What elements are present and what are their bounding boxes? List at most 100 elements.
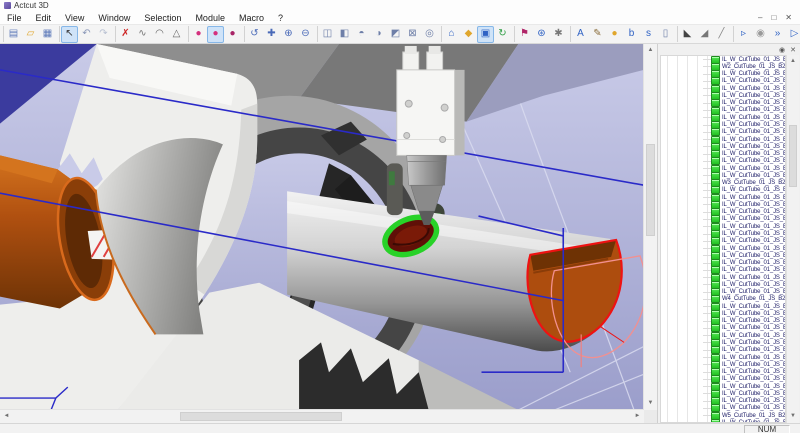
scroll-up-icon[interactable]: ▲ [787,55,799,68]
tree-item[interactable]: IL_W_CutTube_01_JS_B14 [661,274,785,281]
tree-item[interactable]: IL_W_CutTube_01_JS_B6 [661,216,785,223]
tree-item[interactable]: IL_W_CutTube_01_JS_B28 [661,383,785,390]
scroll-left-icon[interactable]: ◄ [0,410,13,423]
tree-item[interactable]: IL_W_CutTube_01_JS_B22 [661,339,785,346]
tree-item[interactable]: IL_W_CutTube_01_JS_B56 [661,136,785,143]
menu-selection[interactable]: Selection [137,13,188,23]
tree-item[interactable]: IL_W_CutTube_01_JS_B53 [661,114,785,121]
render-wireframe-icon[interactable]: ● [224,26,241,43]
tree-item[interactable]: IL_W_CutTube_01_JS_B31 [661,405,785,412]
tree-item[interactable]: IL_W_CutTube_01_JS_B60 [661,165,785,172]
tree-item[interactable]: IL_W_CutTube_01_JS_B2 [661,187,785,194]
scroll-down-icon[interactable]: ▼ [787,410,799,423]
sim-fast-forward-icon[interactable]: » [769,26,786,43]
tree-item[interactable]: W4_CutTube_01_JS_B2 [661,296,785,303]
scroll-right-icon[interactable]: ► [631,410,644,423]
tree-item[interactable]: IL_W_CutTube_01_JS_B25 [661,361,785,368]
scroll-thumb[interactable] [789,125,797,187]
tree-item[interactable]: IL_W_CutTube_01_JS_B18 [661,310,785,317]
panel-close-icon[interactable]: ✕ [790,46,796,54]
annotate-pencil-icon[interactable]: ✎ [589,26,606,43]
scroll-thumb[interactable] [180,412,342,421]
fit-view-icon[interactable]: ⊠ [404,26,421,43]
tree-item[interactable]: W5_CutTube_01_JS_B2 [661,412,785,419]
sim-play-icon[interactable]: ▷ [786,26,800,43]
scroll-thumb[interactable] [646,144,655,236]
undo-icon[interactable]: ↶ [78,26,95,43]
material-icon[interactable]: ◆ [460,26,477,43]
tree-item[interactable]: IL_W_CutTube_01_JS_B4 [661,201,785,208]
note-s-icon[interactable]: s [640,26,657,43]
menu-macro[interactable]: Macro [232,13,271,23]
tree-item[interactable]: IL_W_CutTube_01_JS_B46 [661,56,785,63]
tree-item[interactable]: IL_W_CutTube_01_JS_B58 [661,150,785,157]
label-a-icon[interactable]: A [572,26,589,43]
pan-view-icon[interactable]: ✚ [263,26,280,43]
tree-item[interactable]: IL_W_CutTube_01_JS_B27 [661,376,785,383]
tree-item[interactable]: IL_W_CutTube_01_JS_B16 [661,289,785,296]
tree-item[interactable]: IL_W_CutTube_01_JS_B29 [661,390,785,397]
tree-item[interactable]: IL_W_CutTube_01_JS_B8 [661,230,785,237]
open-folder-icon[interactable]: ▱ [22,26,39,43]
tree-item[interactable]: IL_W_CutTube_01_JS_B5 [661,209,785,216]
settings-icon[interactable]: ✱ [550,26,567,43]
tree-item[interactable]: IL_W_CutTube_01_JS_B9 [661,238,785,245]
previous-view-icon[interactable]: ◎ [421,26,438,43]
cut-wedge-dark-icon[interactable]: ◣ [679,26,696,43]
pin-icon[interactable]: ◉ [779,46,785,54]
viewport-vertical-scrollbar[interactable]: ▲ ▼ [643,44,657,410]
tree-item[interactable]: W3_CutTube_01_JS_B2 [661,180,785,187]
tree-item[interactable]: IL_W_CutTube_01_JS_B57 [661,143,785,150]
3d-viewport[interactable]: ▲ ▼ ◄ ► [0,44,657,423]
maximize-icon[interactable]: □ [771,14,776,22]
minimize-icon[interactable]: – [758,14,762,22]
tree-item[interactable]: IL_W_CutTube_01_JS_B17 [661,303,785,310]
tree-item[interactable]: IL_W_CutTube_01_JS_B3 [661,194,785,201]
tree-item[interactable]: IL_W_CutTube_01_JS_B10 [661,245,785,252]
top-view-icon[interactable]: ◓ [353,26,370,43]
tree-item[interactable]: IL_W_CutTube_01_JS_B47 [661,71,785,78]
flag-icon[interactable]: ⚑ [516,26,533,43]
sim-target-icon[interactable]: ◉ [752,26,769,43]
zoom-in-icon[interactable]: ⊕ [280,26,297,43]
tree-item[interactable]: IL_W_CutTube_01_JS_B13 [661,267,785,274]
trim-curve-icon[interactable]: ∿ [134,26,151,43]
tree-item[interactable]: IL_W_CutTube_01_JS_B59 [661,158,785,165]
tree-item[interactable]: IL_W_CutTube_01_JS_B50 [661,92,785,99]
menu-window[interactable]: Window [91,13,137,23]
workpiece-frame-icon[interactable]: ▣ [477,26,494,43]
tree-item[interactable]: IL_W_CutTube_01_JS_B15 [661,281,785,288]
render-shaded-edges-icon[interactable]: ● [207,26,224,43]
refresh-green-icon[interactable]: ↻ [494,26,511,43]
tree-item[interactable]: IL_W_CutTube_01_JS_B52 [661,107,785,114]
tree-item[interactable]: IL_W_CutTube_01_JS_B61 [661,172,785,179]
documents-icon[interactable]: ▯ [657,26,674,43]
arc-tool-icon[interactable]: ◠ [151,26,168,43]
tree-item[interactable]: IL_W_CutTube_01_JS_B19 [661,318,785,325]
rotate-view-icon[interactable]: ↺ [246,26,263,43]
machine-scene[interactable] [0,44,644,410]
camera-view-icon[interactable]: ◫ [319,26,336,43]
draw-line-icon[interactable]: ╱ [713,26,730,43]
redo-icon[interactable]: ↷ [95,26,112,43]
close-icon[interactable]: ✕ [785,14,792,22]
menu-edit[interactable]: Edit [29,13,59,23]
zoom-out-icon[interactable]: ⊖ [297,26,314,43]
tree-item[interactable]: IL_W_CutTube_01_JS_B7 [661,223,785,230]
globe-icon[interactable]: ⊛ [533,26,550,43]
cut-operations-tree[interactable]: IL_W_CutTube_01_JS_B46W2_CutTube_01_JS_B… [660,55,786,423]
tree-item[interactable]: IL_W_CutTube_01_JS_B11 [661,252,785,259]
scroll-up-icon[interactable]: ▲ [644,44,657,57]
select-arrow-icon[interactable]: ↖ [61,26,78,43]
tree-item[interactable]: IL_W_CutTube_01_JS_B30 [661,397,785,404]
menu-module[interactable]: Module [188,13,232,23]
tree-item[interactable]: IL_W_CutTube_01_JS_B12 [661,259,785,266]
save-icon[interactable]: ▦ [39,26,56,43]
tree-item[interactable]: IL_W_CutTube_01_JS_B49 [661,85,785,92]
new-file-icon[interactable]: ▤ [5,26,22,43]
cut-wedge-light-icon[interactable]: ◢ [696,26,713,43]
front-view-icon[interactable]: ◧ [336,26,353,43]
iso-view-icon[interactable]: ◩ [387,26,404,43]
viewport-horizontal-scrollbar[interactable]: ◄ ► [0,409,644,423]
tree-item[interactable]: IL_W_CutTube_01_JS_B54 [661,121,785,128]
